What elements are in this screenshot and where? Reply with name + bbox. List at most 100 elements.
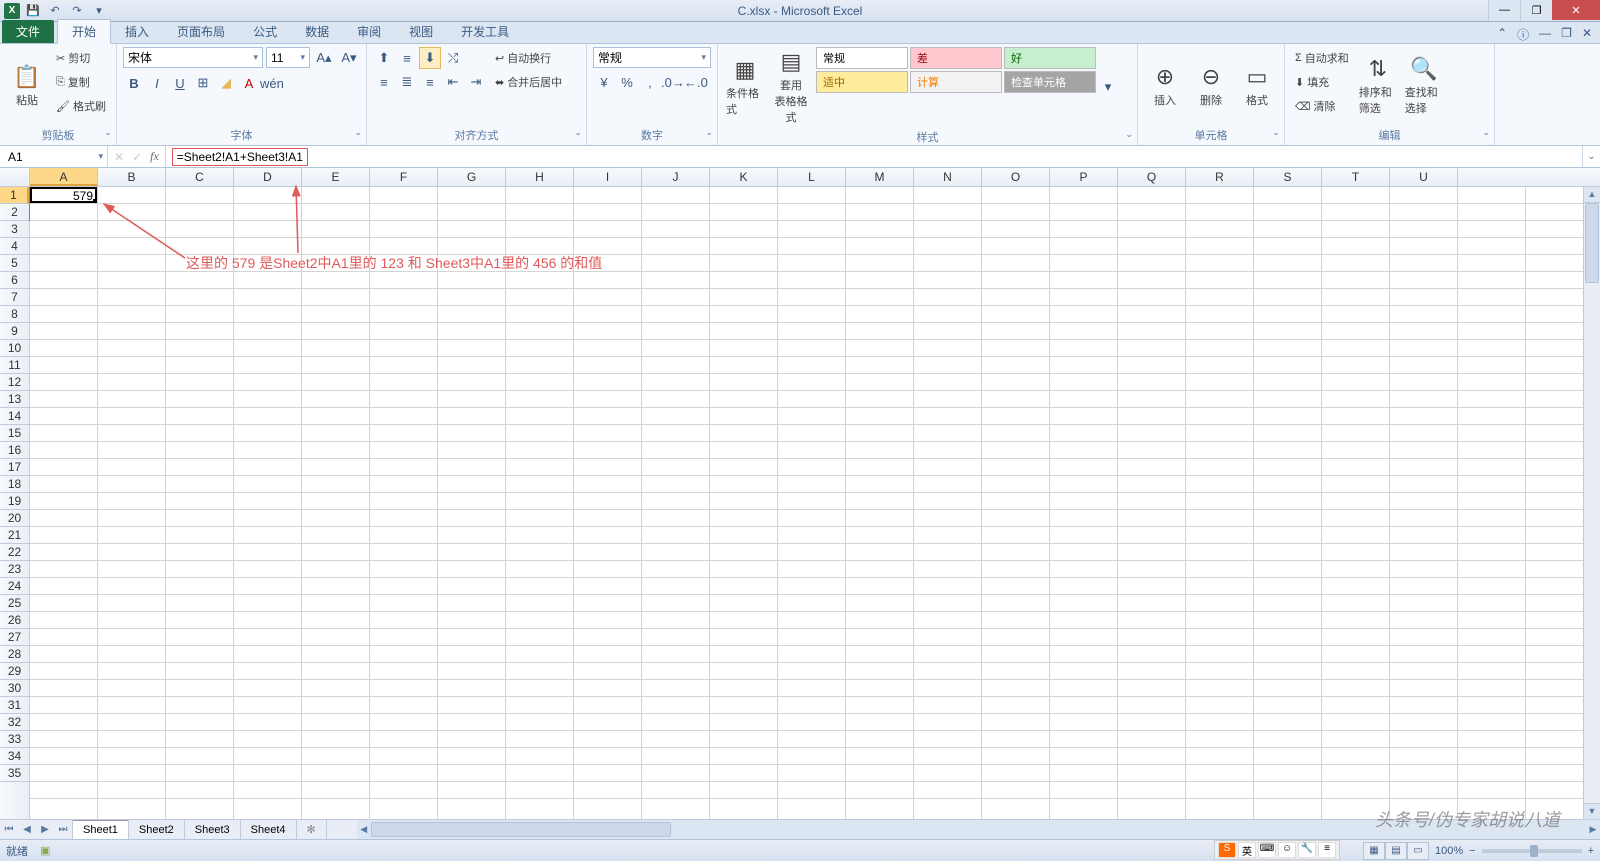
indent-inc-icon[interactable]: ⇥: [465, 71, 487, 93]
ime-keyboard-icon[interactable]: ⌨: [1258, 842, 1276, 858]
styles-more-icon[interactable]: ▾: [1100, 76, 1116, 98]
row-header-24[interactable]: 24: [0, 578, 29, 595]
col-header-R[interactable]: R: [1186, 168, 1254, 186]
bold-button[interactable]: B: [123, 72, 145, 94]
col-header-K[interactable]: K: [710, 168, 778, 186]
align-top-icon[interactable]: ⬆: [373, 47, 395, 69]
percent-icon[interactable]: %: [616, 71, 638, 93]
col-header-I[interactable]: I: [574, 168, 642, 186]
row-header-18[interactable]: 18: [0, 476, 29, 493]
format-painter-button[interactable]: 🖌格式刷: [52, 95, 110, 117]
delete-cells-button[interactable]: ⊖删除: [1190, 47, 1232, 125]
col-header-C[interactable]: C: [166, 168, 234, 186]
col-header-F[interactable]: F: [370, 168, 438, 186]
decrease-font-icon[interactable]: A▾: [338, 47, 360, 69]
increase-font-icon[interactable]: A▴: [313, 47, 335, 69]
row-header-13[interactable]: 13: [0, 391, 29, 408]
row-header-32[interactable]: 32: [0, 714, 29, 731]
increase-decimal-icon[interactable]: .0→: [662, 71, 684, 93]
fill-color-button[interactable]: ◢: [215, 72, 237, 94]
new-sheet-button[interactable]: ✻: [297, 820, 327, 839]
font-name-combo[interactable]: 宋体▾: [123, 47, 263, 68]
style-calc[interactable]: 计算: [910, 71, 1002, 93]
style-check[interactable]: 检查单元格: [1004, 71, 1096, 93]
name-box[interactable]: A1▾: [0, 146, 108, 167]
tab-home[interactable]: 开始: [57, 19, 111, 44]
cells-area[interactable]: 579: [30, 187, 1600, 819]
sheet-last-icon[interactable]: ⏭: [54, 820, 72, 839]
ime-menu-icon[interactable]: ≡: [1318, 842, 1336, 858]
row-header-9[interactable]: 9: [0, 323, 29, 340]
row-header-23[interactable]: 23: [0, 561, 29, 578]
italic-button[interactable]: I: [146, 72, 168, 94]
find-select-button[interactable]: 🔍查找和选择: [1403, 47, 1445, 125]
doc-max-icon[interactable]: ❐: [1561, 26, 1572, 43]
row-header-5[interactable]: 5: [0, 255, 29, 272]
row-header-33[interactable]: 33: [0, 731, 29, 748]
view-pagebreak-icon[interactable]: ▭: [1407, 842, 1429, 860]
col-header-B[interactable]: B: [98, 168, 166, 186]
zoom-in-icon[interactable]: +: [1588, 845, 1594, 857]
row-header-11[interactable]: 11: [0, 357, 29, 374]
decrease-decimal-icon[interactable]: ←.0: [685, 71, 707, 93]
sheet-next-icon[interactable]: ▶: [36, 820, 54, 839]
comma-icon[interactable]: ,: [639, 71, 661, 93]
align-right-icon[interactable]: ≡: [419, 71, 441, 93]
tab-formulas[interactable]: 公式: [239, 20, 291, 43]
undo-icon[interactable]: ↶: [46, 2, 64, 20]
sheet-tab-1[interactable]: Sheet1: [73, 820, 129, 839]
merge-center-button[interactable]: ⬌合并后居中: [491, 71, 566, 93]
view-normal-icon[interactable]: ▦: [1363, 842, 1385, 860]
view-pagelayout-icon[interactable]: ▤: [1385, 842, 1407, 860]
scrollbar-thumb[interactable]: [1585, 203, 1599, 283]
clear-button[interactable]: ⌫清除: [1291, 95, 1353, 117]
row-header-16[interactable]: 16: [0, 442, 29, 459]
col-header-H[interactable]: H: [506, 168, 574, 186]
row-header-12[interactable]: 12: [0, 374, 29, 391]
tab-insert[interactable]: 插入: [111, 20, 163, 43]
scroll-down-icon[interactable]: ▼: [1584, 803, 1600, 819]
row-header-19[interactable]: 19: [0, 493, 29, 510]
conditional-format-button[interactable]: ▦条件格式: [724, 47, 766, 127]
tab-view[interactable]: 视图: [395, 20, 447, 43]
row-header-31[interactable]: 31: [0, 697, 29, 714]
save-icon[interactable]: 💾: [24, 2, 42, 20]
scroll-up-icon[interactable]: ▲: [1584, 187, 1600, 203]
row-header-4[interactable]: 4: [0, 238, 29, 255]
zoom-level[interactable]: 100%: [1435, 845, 1463, 857]
row-header-30[interactable]: 30: [0, 680, 29, 697]
ime-skin-icon[interactable]: ☺: [1278, 842, 1296, 858]
fill-button[interactable]: ⬇填充: [1291, 71, 1353, 93]
row-header-27[interactable]: 27: [0, 629, 29, 646]
horizontal-scrollbar[interactable]: ◀ ▶: [357, 820, 1600, 839]
indent-dec-icon[interactable]: ⇤: [442, 71, 464, 93]
ime-toolbar[interactable]: S 英 ⌨ ☺ 🔧 ≡: [1214, 840, 1340, 860]
col-header-U[interactable]: U: [1390, 168, 1458, 186]
format-as-table-button[interactable]: ▤套用 表格格式: [770, 47, 812, 127]
ime-logo-icon[interactable]: S: [1218, 842, 1236, 858]
doc-min-icon[interactable]: —: [1539, 26, 1551, 43]
copy-button[interactable]: ⎘复制: [52, 71, 110, 93]
row-header-2[interactable]: 2: [0, 204, 29, 221]
minimize-ribbon-icon[interactable]: ⌃: [1497, 26, 1507, 43]
fx-icon[interactable]: fx: [150, 149, 159, 164]
active-cell[interactable]: 579: [30, 187, 97, 203]
font-size-combo[interactable]: 11▾: [266, 47, 310, 68]
zoom-slider[interactable]: [1482, 849, 1582, 853]
doc-close-icon[interactable]: ✕: [1582, 26, 1592, 43]
enter-formula-icon[interactable]: ✓: [132, 150, 142, 164]
style-normal[interactable]: 常规: [816, 47, 908, 69]
ime-mode[interactable]: 英: [1238, 842, 1256, 858]
phonetic-button[interactable]: wén: [261, 72, 283, 94]
row-header-6[interactable]: 6: [0, 272, 29, 289]
number-format-combo[interactable]: 常规▾: [593, 47, 711, 68]
style-neutral[interactable]: 适中: [816, 71, 908, 93]
sheet-first-icon[interactable]: ⏮: [0, 820, 18, 839]
row-header-28[interactable]: 28: [0, 646, 29, 663]
row-header-14[interactable]: 14: [0, 408, 29, 425]
style-good[interactable]: 好: [1004, 47, 1096, 69]
cut-button[interactable]: ✂剪切: [52, 47, 110, 69]
paste-button[interactable]: 📋粘贴: [6, 47, 48, 125]
col-header-L[interactable]: L: [778, 168, 846, 186]
col-header-J[interactable]: J: [642, 168, 710, 186]
